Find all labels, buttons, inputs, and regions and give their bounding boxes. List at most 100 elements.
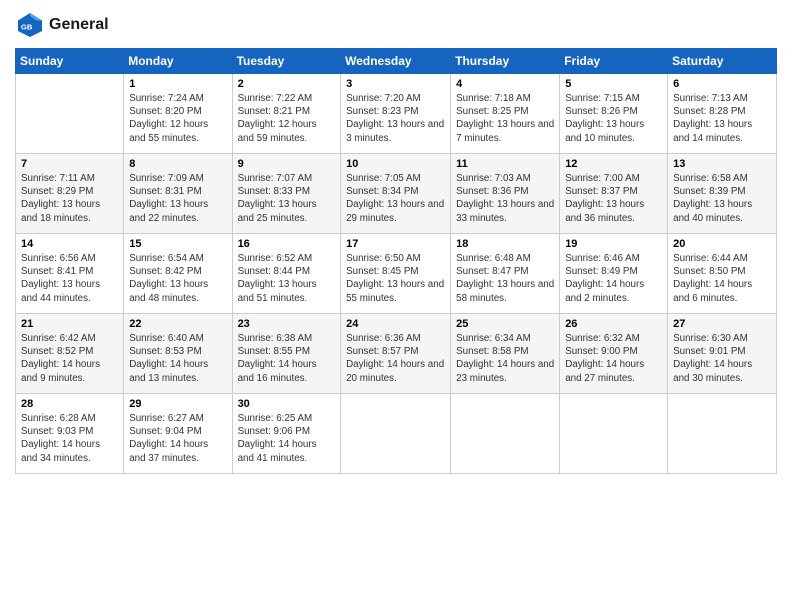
day-info: Sunrise: 6:34 AMSunset: 8:58 PMDaylight:… <box>456 332 554 385</box>
calendar-day-cell: 20 Sunrise: 6:44 AMSunset: 8:50 PMDayligh… <box>668 234 777 314</box>
day-number: 1 <box>129 78 226 90</box>
calendar-week-row: 14 Sunrise: 6:56 AMSunset: 8:41 PMDayligh… <box>16 234 777 314</box>
day-number: 25 <box>456 318 554 330</box>
calendar-day-cell: 12Sunrise: 7:00 AMSunset: 8:37 PMDayligh… <box>560 154 668 234</box>
calendar-day-cell: 26 Sunrise: 6:32 AMSunset: 9:00 PMDayligh… <box>560 314 668 394</box>
day-info: Sunrise: 6:27 AMSunset: 9:04 PMDaylight:… <box>129 412 226 465</box>
calendar-day-cell: 21 Sunrise: 6:42 AMSunset: 8:52 PMDayligh… <box>16 314 124 394</box>
day-number: 5 <box>565 78 662 90</box>
day-number: 13 <box>673 158 771 170</box>
day-number: 11 <box>456 158 554 170</box>
day-number: 10 <box>346 158 445 170</box>
weekday-header-cell: Saturday <box>668 49 777 74</box>
calendar-day-cell: 23Sunrise: 6:38 AMSunset: 8:55 PMDayligh… <box>232 314 341 394</box>
logo: GB General <box>15 10 109 40</box>
day-number: 15 <box>129 238 226 250</box>
calendar-week-row: 21 Sunrise: 6:42 AMSunset: 8:52 PMDayligh… <box>16 314 777 394</box>
calendar-day-cell: 25 Sunrise: 6:34 AMSunset: 8:58 PMDayligh… <box>451 314 560 394</box>
day-number: 16 <box>238 238 336 250</box>
calendar-day-cell: 19Sunrise: 6:46 AMSunset: 8:49 PMDayligh… <box>560 234 668 314</box>
day-number: 20 <box>673 238 771 250</box>
calendar-week-row: 7 Sunrise: 7:11 AMSunset: 8:29 PMDaylight… <box>16 154 777 234</box>
calendar-day-cell: 5Sunrise: 7:15 AMSunset: 8:26 PMDaylight… <box>560 74 668 154</box>
day-number: 2 <box>238 78 336 90</box>
calendar-day-cell: 1 Sunrise: 7:24 AMSunset: 8:20 PMDaylight… <box>124 74 232 154</box>
day-info: Sunrise: 6:50 AMSunset: 8:45 PMDaylight:… <box>346 252 445 305</box>
day-info: Sunrise: 6:40 AMSunset: 8:53 PMDaylight:… <box>129 332 226 385</box>
day-number: 8 <box>129 158 226 170</box>
day-number: 18 <box>456 238 554 250</box>
day-number: 19 <box>565 238 662 250</box>
day-info: Sunrise: 7:11 AMSunset: 8:29 PMDaylight:… <box>21 172 118 225</box>
calendar-day-cell: 4Sunrise: 7:18 AMSunset: 8:25 PMDaylight… <box>451 74 560 154</box>
calendar-day-cell: 9 Sunrise: 7:07 AMSunset: 8:33 PMDaylight… <box>232 154 341 234</box>
day-number: 30 <box>238 398 336 410</box>
calendar-table: SundayMondayTuesdayWednesdayThursdayFrid… <box>15 48 777 474</box>
weekday-header-cell: Tuesday <box>232 49 341 74</box>
weekday-header-cell: Monday <box>124 49 232 74</box>
svg-text:GB: GB <box>21 23 33 32</box>
day-info: Sunrise: 7:20 AMSunset: 8:23 PMDaylight:… <box>346 92 445 145</box>
calendar-day-cell: 22 Sunrise: 6:40 AMSunset: 8:53 PMDayligh… <box>124 314 232 394</box>
day-info: Sunrise: 7:05 AMSunset: 8:34 PMDaylight:… <box>346 172 445 225</box>
day-info: Sunrise: 6:44 AMSunset: 8:50 PMDaylight:… <box>673 252 771 305</box>
day-info: Sunrise: 7:13 AMSunset: 8:28 PMDaylight:… <box>673 92 771 145</box>
day-info: Sunrise: 6:54 AMSunset: 8:42 PMDaylight:… <box>129 252 226 305</box>
day-info: Sunrise: 6:52 AMSunset: 8:44 PMDaylight:… <box>238 252 336 305</box>
calendar-body: 1 Sunrise: 7:24 AMSunset: 8:20 PMDaylight… <box>16 74 777 474</box>
calendar-day-cell <box>16 74 124 154</box>
calendar-day-cell <box>451 394 560 474</box>
logo-icon: GB <box>15 10 45 40</box>
calendar-day-cell: 30 Sunrise: 6:25 AMSunset: 9:06 PMDayligh… <box>232 394 341 474</box>
day-info: Sunrise: 6:42 AMSunset: 8:52 PMDaylight:… <box>21 332 118 385</box>
day-info: Sunrise: 6:28 AMSunset: 9:03 PMDaylight:… <box>21 412 118 465</box>
day-info: Sunrise: 6:36 AMSunset: 8:57 PMDaylight:… <box>346 332 445 385</box>
day-number: 6 <box>673 78 771 90</box>
day-number: 9 <box>238 158 336 170</box>
day-info: Sunrise: 6:48 AMSunset: 8:47 PMDaylight:… <box>456 252 554 305</box>
calendar-day-cell: 2 Sunrise: 7:22 AMSunset: 8:21 PMDaylight… <box>232 74 341 154</box>
calendar-day-cell: 27Sunrise: 6:30 AMSunset: 9:01 PMDayligh… <box>668 314 777 394</box>
day-info: Sunrise: 6:58 AMSunset: 8:39 PMDaylight:… <box>673 172 771 225</box>
day-info: Sunrise: 6:32 AMSunset: 9:00 PMDaylight:… <box>565 332 662 385</box>
day-info: Sunrise: 7:22 AMSunset: 8:21 PMDaylight:… <box>238 92 336 145</box>
day-info: Sunrise: 6:56 AMSunset: 8:41 PMDaylight:… <box>21 252 118 305</box>
logo-text: General <box>49 16 109 34</box>
day-info: Sunrise: 6:30 AMSunset: 9:01 PMDaylight:… <box>673 332 771 385</box>
calendar-day-cell: 14 Sunrise: 6:56 AMSunset: 8:41 PMDayligh… <box>16 234 124 314</box>
calendar-day-cell: 18 Sunrise: 6:48 AMSunset: 8:47 PMDayligh… <box>451 234 560 314</box>
day-info: Sunrise: 7:24 AMSunset: 8:20 PMDaylight:… <box>129 92 226 145</box>
weekday-header-cell: Wednesday <box>341 49 451 74</box>
day-number: 14 <box>21 238 118 250</box>
calendar-day-cell: 16 Sunrise: 6:52 AMSunset: 8:44 PMDayligh… <box>232 234 341 314</box>
calendar-day-cell: 29 Sunrise: 6:27 AMSunset: 9:04 PMDayligh… <box>124 394 232 474</box>
calendar-day-cell: 8Sunrise: 7:09 AMSunset: 8:31 PMDaylight… <box>124 154 232 234</box>
calendar-day-cell: 6 Sunrise: 7:13 AMSunset: 8:28 PMDaylight… <box>668 74 777 154</box>
day-number: 3 <box>346 78 445 90</box>
day-number: 12 <box>565 158 662 170</box>
weekday-header-cell: Sunday <box>16 49 124 74</box>
weekday-header-cell: Thursday <box>451 49 560 74</box>
calendar-day-cell: 3 Sunrise: 7:20 AMSunset: 8:23 PMDaylight… <box>341 74 451 154</box>
day-number: 22 <box>129 318 226 330</box>
day-number: 26 <box>565 318 662 330</box>
calendar-week-row: 28Sunrise: 6:28 AMSunset: 9:03 PMDayligh… <box>16 394 777 474</box>
calendar-day-cell <box>341 394 451 474</box>
day-number: 29 <box>129 398 226 410</box>
calendar-day-cell: 11Sunrise: 7:03 AMSunset: 8:36 PMDayligh… <box>451 154 560 234</box>
calendar-week-row: 1 Sunrise: 7:24 AMSunset: 8:20 PMDaylight… <box>16 74 777 154</box>
calendar-day-cell: 13 Sunrise: 6:58 AMSunset: 8:39 PMDayligh… <box>668 154 777 234</box>
day-info: Sunrise: 6:25 AMSunset: 9:06 PMDaylight:… <box>238 412 336 465</box>
day-number: 21 <box>21 318 118 330</box>
weekday-header-row: SundayMondayTuesdayWednesdayThursdayFrid… <box>16 49 777 74</box>
day-number: 24 <box>346 318 445 330</box>
weekday-header-cell: Friday <box>560 49 668 74</box>
calendar-day-cell: 28Sunrise: 6:28 AMSunset: 9:03 PMDayligh… <box>16 394 124 474</box>
day-number: 4 <box>456 78 554 90</box>
day-number: 7 <box>21 158 118 170</box>
day-info: Sunrise: 7:07 AMSunset: 8:33 PMDaylight:… <box>238 172 336 225</box>
day-number: 17 <box>346 238 445 250</box>
calendar-day-cell: 7 Sunrise: 7:11 AMSunset: 8:29 PMDaylight… <box>16 154 124 234</box>
calendar-day-cell <box>668 394 777 474</box>
page-container: GB General SundayMondayTuesdayWednesdayT… <box>0 0 792 484</box>
